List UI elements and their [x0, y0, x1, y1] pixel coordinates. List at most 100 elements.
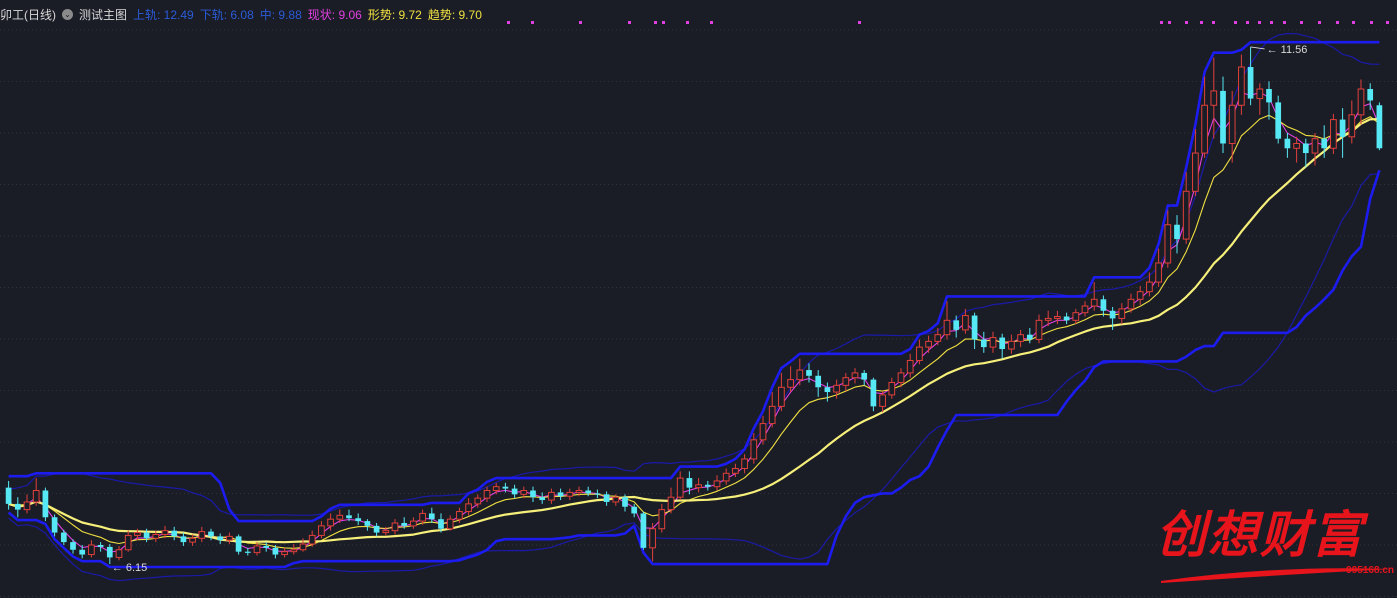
up-candle[interactable] — [851, 368, 859, 384]
up-candle[interactable] — [842, 372, 850, 392]
down-candle[interactable] — [870, 377, 877, 412]
down-candle[interactable] — [585, 486, 592, 497]
down-candle[interactable] — [953, 315, 960, 338]
down-candle[interactable] — [263, 542, 270, 552]
down-candle[interactable] — [60, 529, 67, 545]
down-candle[interactable] — [235, 534, 242, 555]
down-candle[interactable] — [1247, 46, 1254, 106]
up-candle[interactable] — [925, 335, 932, 353]
down-candle[interactable] — [1266, 81, 1272, 120]
up-candle[interactable] — [916, 339, 923, 365]
up-candle[interactable] — [1210, 57, 1218, 139]
down-candle[interactable] — [355, 513, 362, 525]
up-candle[interactable] — [290, 544, 298, 555]
up-candle[interactable] — [446, 515, 454, 531]
up-candle[interactable] — [308, 530, 316, 547]
down-candle[interactable] — [999, 333, 1006, 359]
up-candle[interactable] — [1182, 172, 1190, 244]
up-candle[interactable] — [1081, 301, 1089, 317]
up-candle[interactable] — [465, 498, 472, 516]
up-candle[interactable] — [1155, 248, 1162, 287]
up-candle[interactable] — [198, 526, 206, 543]
up-candle[interactable] — [1348, 100, 1356, 144]
up-candle[interactable] — [548, 488, 555, 504]
down-candle[interactable] — [1339, 108, 1346, 158]
down-candle[interactable] — [815, 370, 822, 397]
up-candle[interactable] — [943, 301, 951, 340]
up-candle[interactable] — [1090, 282, 1098, 311]
up-candle[interactable] — [778, 372, 785, 412]
down-candle[interactable] — [1302, 138, 1309, 168]
down-candle[interactable] — [1376, 102, 1383, 151]
up-candle[interactable] — [483, 486, 491, 502]
up-candle[interactable] — [410, 517, 417, 529]
down-candle[interactable] — [1275, 95, 1282, 144]
down-candle[interactable] — [824, 382, 831, 402]
down-candle[interactable] — [217, 533, 224, 545]
down-candle[interactable] — [51, 514, 58, 537]
up-candle[interactable] — [1238, 54, 1245, 115]
up-candle[interactable] — [23, 494, 31, 514]
dropdown-toggle-icon[interactable]: ⌄ — [62, 8, 73, 20]
up-candle[interactable] — [1017, 329, 1024, 348]
down-candle[interactable] — [704, 480, 711, 491]
down-candle[interactable] — [971, 312, 978, 350]
down-candle[interactable] — [373, 522, 380, 537]
main-chart-name[interactable]: 测试主图 — [79, 6, 127, 23]
up-candle[interactable] — [667, 487, 675, 514]
down-candle[interactable] — [631, 503, 638, 518]
up-candle[interactable] — [888, 377, 896, 399]
up-candle[interactable] — [1118, 303, 1126, 325]
down-candle[interactable] — [511, 484, 518, 499]
down-candle[interactable] — [171, 526, 178, 541]
up-candle[interactable] — [391, 519, 399, 535]
down-candle[interactable] — [97, 542, 104, 552]
up-candle[interactable] — [1330, 113, 1337, 155]
down-candle[interactable] — [530, 486, 536, 502]
up-candle[interactable] — [768, 392, 776, 428]
down-candle[interactable] — [1100, 295, 1107, 317]
up-candle[interactable] — [989, 331, 997, 353]
up-candle[interactable] — [566, 488, 574, 501]
up-candle[interactable] — [1054, 310, 1061, 325]
up-candle[interactable] — [318, 521, 325, 539]
down-candle[interactable] — [1367, 83, 1374, 111]
up-candle[interactable] — [1008, 334, 1015, 354]
up-candle[interactable] — [88, 540, 95, 558]
down-candle[interactable] — [1220, 76, 1226, 154]
up-candle[interactable] — [879, 391, 886, 413]
up-candle[interactable] — [1072, 308, 1080, 325]
up-candle[interactable] — [281, 547, 288, 558]
down-candle[interactable] — [1063, 312, 1070, 325]
down-candle[interactable] — [180, 532, 187, 546]
up-candle[interactable] — [695, 478, 702, 493]
down-candle[interactable] — [1026, 327, 1033, 344]
up-candle[interactable] — [1136, 285, 1144, 306]
up-candle[interactable] — [796, 358, 804, 386]
up-candle[interactable] — [32, 478, 40, 506]
down-candle[interactable] — [364, 519, 371, 531]
down-candle[interactable] — [980, 331, 987, 353]
up-candle[interactable] — [787, 366, 794, 393]
down-candle[interactable] — [1284, 132, 1291, 158]
up-candle[interactable] — [658, 503, 666, 533]
up-candle[interactable] — [299, 538, 307, 552]
up-candle[interactable] — [713, 475, 721, 491]
up-candle[interactable] — [759, 415, 767, 445]
up-candle[interactable] — [1293, 136, 1300, 163]
up-candle[interactable] — [1357, 79, 1365, 125]
stock-name[interactable]: 卯工(日线) — [0, 6, 56, 23]
up-candle[interactable] — [1035, 314, 1043, 344]
up-candle[interactable] — [1256, 83, 1264, 115]
up-candle[interactable] — [226, 532, 233, 545]
down-candle[interactable] — [861, 370, 868, 386]
down-candle[interactable] — [106, 544, 113, 565]
down-candle[interactable] — [428, 507, 435, 523]
up-candle[interactable] — [124, 530, 132, 552]
down-candle[interactable] — [244, 547, 251, 556]
up-candle[interactable] — [189, 534, 196, 546]
down-candle[interactable] — [42, 487, 49, 522]
up-candle[interactable] — [722, 468, 730, 485]
up-candle[interactable] — [676, 471, 684, 501]
up-candle[interactable] — [649, 522, 656, 562]
